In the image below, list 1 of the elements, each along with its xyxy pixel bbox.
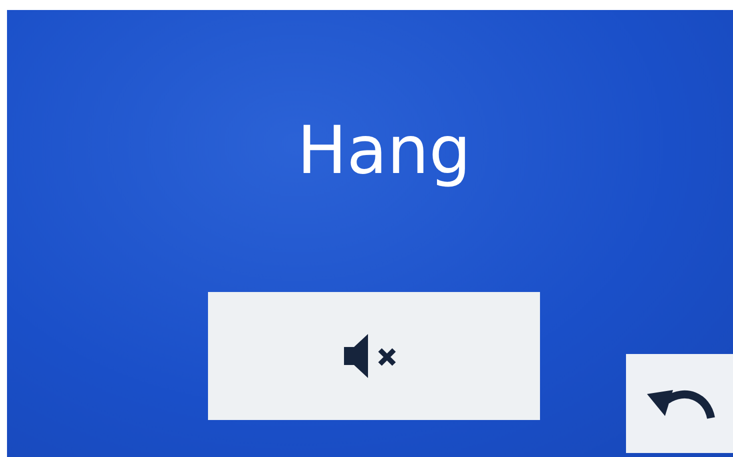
back-button[interactable] [626,354,733,453]
